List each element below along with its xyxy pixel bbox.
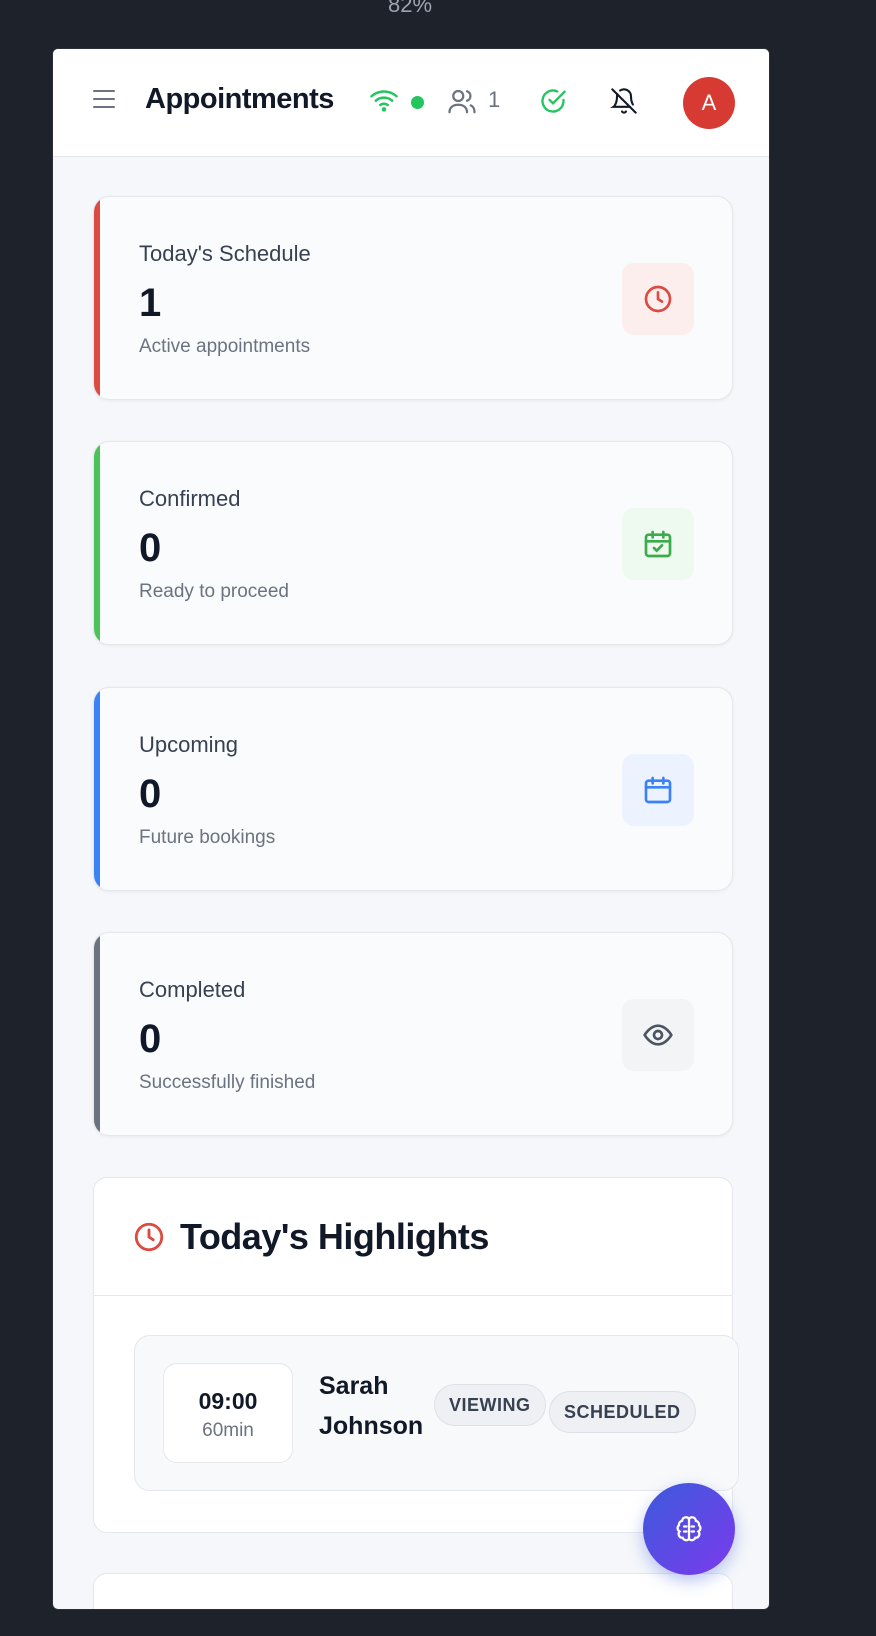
client-name: Sarah Johnson — [319, 1372, 424, 1440]
todays-highlights-panel: Today's Highlights 09:00 60min Sarah Joh… — [93, 1177, 739, 1533]
stat-card-upcoming[interactable]: Upcoming 0 Future bookings — [93, 687, 733, 891]
ai-assistant-button[interactable] — [643, 1483, 735, 1575]
duration-value: 60min — [202, 1420, 254, 1441]
zoom-level: 82% — [387, 0, 433, 17]
calendar-check-icon — [622, 508, 694, 580]
users-count: 1 — [488, 87, 501, 112]
appointment-time: 09:00 60min — [163, 1363, 293, 1463]
status-badge: SCHEDULED — [549, 1391, 696, 1433]
card-accent — [94, 933, 100, 1135]
stat-value: 0 — [139, 1017, 162, 1061]
clock-icon — [622, 263, 694, 335]
avatar[interactable]: A — [683, 77, 735, 129]
sync-check-icon[interactable] — [539, 87, 567, 115]
highlights-header: Today's Highlights — [94, 1178, 732, 1296]
app-window: Appointments 1 A Today's Schedule 1 Acti… — [52, 48, 770, 1610]
card-accent — [94, 197, 100, 399]
wifi-icon — [370, 90, 398, 112]
top-header: Appointments 1 A — [53, 49, 769, 157]
stat-value: 1 — [139, 281, 162, 325]
appointment-type-badge: VIEWING — [434, 1384, 546, 1426]
card-accent — [94, 688, 100, 890]
calendar-icon — [622, 754, 694, 826]
stat-label: Confirmed — [139, 486, 241, 511]
clock-icon — [134, 1222, 164, 1252]
stat-card-confirmed[interactable]: Confirmed 0 Ready to proceed — [93, 441, 733, 645]
online-status-dot — [411, 96, 424, 109]
stat-label: Today's Schedule — [139, 241, 311, 266]
stat-value: 0 — [139, 526, 162, 570]
stat-subtitle: Future bookings — [139, 827, 276, 848]
stat-card-completed[interactable]: Completed 0 Successfully finished — [93, 932, 733, 1136]
users-icon[interactable] — [447, 87, 477, 115]
highlights-title: Today's Highlights — [180, 1216, 489, 1257]
card-accent — [94, 442, 100, 644]
stat-subtitle: Successfully finished — [139, 1072, 316, 1093]
next-panel — [93, 1573, 733, 1609]
eye-icon — [622, 999, 694, 1071]
stat-card-today[interactable]: Today's Schedule 1 Active appointments — [93, 196, 733, 400]
menu-icon[interactable] — [93, 90, 115, 110]
time-value: 09:00 — [198, 1388, 258, 1414]
stat-label: Upcoming — [139, 732, 239, 757]
brain-icon — [676, 1516, 702, 1542]
stat-label: Completed — [139, 977, 246, 1002]
bell-off-icon[interactable] — [610, 87, 638, 115]
page-title: Appointments — [145, 83, 334, 115]
stat-value: 0 — [139, 772, 162, 816]
appointment-item[interactable]: 09:00 60min Sarah Johnson VIEWING SCHEDU… — [134, 1335, 739, 1491]
stat-subtitle: Ready to proceed — [139, 581, 289, 602]
stat-subtitle: Active appointments — [139, 336, 311, 357]
